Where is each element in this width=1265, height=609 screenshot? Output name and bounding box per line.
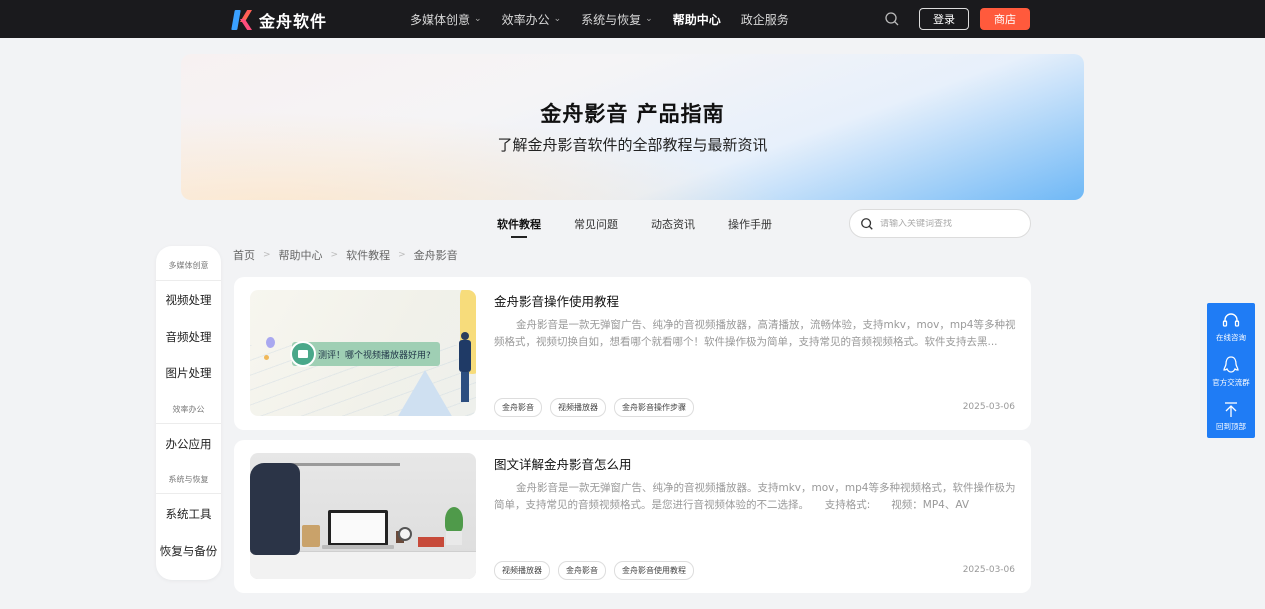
sidebar-divider bbox=[156, 280, 221, 281]
login-button[interactable]: 登录 bbox=[919, 8, 969, 30]
breadcrumb-home[interactable]: 首页 bbox=[233, 247, 255, 263]
article-description: 金舟影音是一款无弹窗广告、纯净的音视频播放器。支持mkv，mov，mp4等多种视… bbox=[494, 482, 1016, 511]
sidebar-item-recovery-backup[interactable]: 恢复与备份 bbox=[156, 543, 221, 559]
chevron-down-icon: ⌄ bbox=[553, 14, 562, 24]
nav-item-label: 政企服务 bbox=[740, 12, 789, 27]
sidebar-item-office-apps[interactable]: 办公应用 bbox=[156, 436, 221, 452]
article-tag[interactable]: 金舟影音操作步骤 bbox=[614, 398, 694, 417]
float-item-label: 回到顶部 bbox=[1216, 422, 1246, 431]
online-consult-button[interactable]: 在线咨询 bbox=[1207, 312, 1255, 343]
nav-item-help-center[interactable]: 帮助中心 bbox=[673, 11, 721, 28]
search-icon[interactable] bbox=[884, 11, 900, 27]
article-thumbnail[interactable]: 测评！哪个视频播放器好用? bbox=[250, 290, 476, 416]
thumbnail-caption: 测评！哪个视频播放器好用? bbox=[318, 351, 431, 361]
article-card[interactable]: 图文详解金舟影音怎么用 金舟影音是一款无弹窗广告、纯净的音视频播放器。支持mkv… bbox=[234, 440, 1031, 593]
hero-banner: 金舟影音 产品指南 了解金舟影音软件的全部教程与最新资讯 bbox=[181, 54, 1084, 200]
sidebar-group-system: 系统与恢复 bbox=[168, 475, 209, 484]
nav-item-system-recovery[interactable]: 系统与恢复 ⌄ bbox=[581, 11, 653, 28]
banner-subtitle: 了解金舟影音软件的全部教程与最新资讯 bbox=[497, 136, 768, 154]
official-group-button[interactable]: 官方交流群 bbox=[1207, 355, 1255, 388]
nav-item-enterprise[interactable]: 政企服务 bbox=[741, 11, 789, 28]
article-tag[interactable]: 视频播放器 bbox=[550, 398, 606, 417]
tab-manual[interactable]: 操作手册 bbox=[728, 216, 772, 232]
sidebar-item-system-tools[interactable]: 系统工具 bbox=[156, 506, 221, 522]
search-box bbox=[849, 209, 1031, 238]
breadcrumb-current: 金舟影音 bbox=[413, 249, 458, 262]
sidebar-divider bbox=[156, 423, 221, 424]
sidebar-item-video[interactable]: 视频处理 bbox=[156, 292, 221, 308]
breadcrumb-tutorials[interactable]: 软件教程 bbox=[346, 247, 390, 263]
nav-item-office[interactable]: 效率办公 ⌄ bbox=[502, 11, 562, 28]
article-tag[interactable]: 金舟影音 bbox=[494, 398, 542, 417]
chevron-right-icon: > bbox=[263, 250, 271, 260]
category-sidebar: 多媒体创意 视频处理 音频处理 图片处理 效率办公 办公应用 系统与恢复 系统工… bbox=[156, 246, 221, 580]
main-nav: 多媒体创意 ⌄ 效率办公 ⌄ 系统与恢复 ⌄ 帮助中心 政企服务 bbox=[410, 0, 789, 38]
tab-software-tutorial[interactable]: 软件教程 bbox=[497, 216, 541, 232]
chevron-down-icon: ⌄ bbox=[645, 14, 653, 24]
chevron-down-icon: ⌄ bbox=[474, 14, 482, 24]
nav-item-label: 系统与恢复 bbox=[581, 12, 642, 27]
search-icon[interactable] bbox=[860, 217, 874, 231]
float-item-label: 官方交流群 bbox=[1212, 378, 1250, 387]
article-card[interactable]: 测评！哪个视频播放器好用? 金舟影音操作使用教程 金舟影音是一款无弹窗广告、纯净… bbox=[234, 277, 1031, 430]
article-title[interactable]: 金舟影音操作使用教程 bbox=[494, 291, 619, 310]
banner-title: 金舟影音 产品指南 bbox=[540, 102, 725, 126]
chevron-right-icon: > bbox=[330, 250, 339, 260]
floating-service-bar: 在线咨询 官方交流群 回到顶部 bbox=[1207, 303, 1255, 438]
article-tag[interactable]: 金舟影音 bbox=[558, 561, 606, 580]
article-title[interactable]: 图文详解金舟影音怎么用 bbox=[494, 454, 632, 473]
back-to-top-button[interactable]: 回到顶部 bbox=[1207, 401, 1255, 432]
sidebar-group-office: 效率办公 bbox=[172, 405, 205, 414]
breadcrumb: 首页 > 帮助中心 > 软件教程 > 金舟影音 bbox=[233, 247, 458, 263]
article-tags: 视频播放器 金舟影音 金舟影音使用教程 bbox=[494, 561, 694, 580]
content-tabs: 软件教程 常见问题 动态资讯 操作手册 bbox=[497, 216, 772, 232]
article-date: 2025-03-06 bbox=[962, 565, 1015, 575]
nav-item-label: 多媒体创意 bbox=[410, 12, 471, 27]
logo-mark-icon bbox=[231, 10, 253, 30]
headset-icon bbox=[1222, 313, 1240, 327]
article-tag[interactable]: 视频播放器 bbox=[494, 561, 550, 580]
top-navigation-bar: 金舟软件 多媒体创意 ⌄ 效率办公 ⌄ 系统与恢复 ⌄ 帮助中心 政企服务 登录… bbox=[0, 0, 1265, 38]
article-description: 金舟影音是一款无弹窗广告、纯净的音视频播放器，高清播放，流畅体验，支持mkv，m… bbox=[494, 319, 1016, 348]
nav-item-multimedia[interactable]: 多媒体创意 ⌄ bbox=[410, 11, 482, 28]
nav-item-label: 效率办公 bbox=[501, 12, 550, 27]
tab-news[interactable]: 动态资讯 bbox=[651, 216, 695, 232]
search-input[interactable] bbox=[880, 218, 1020, 229]
video-camera-icon bbox=[290, 341, 316, 367]
logo[interactable]: 金舟软件 bbox=[231, 8, 328, 32]
arrow-up-icon bbox=[1225, 402, 1237, 417]
sidebar-item-audio[interactable]: 音频处理 bbox=[156, 329, 221, 345]
logo-text: 金舟软件 bbox=[259, 12, 328, 31]
chevron-right-icon: > bbox=[398, 250, 406, 260]
store-button[interactable]: 商店 bbox=[980, 8, 1030, 30]
sidebar-item-image[interactable]: 图片处理 bbox=[156, 365, 221, 381]
article-thumbnail[interactable] bbox=[250, 453, 476, 579]
tab-faq[interactable]: 常见问题 bbox=[574, 216, 618, 232]
nav-item-label: 帮助中心 bbox=[672, 12, 721, 27]
article-tag[interactable]: 金舟影音使用教程 bbox=[614, 561, 694, 580]
sidebar-group-multimedia: 多媒体创意 bbox=[168, 261, 209, 270]
penguin-icon bbox=[1223, 356, 1239, 373]
article-date: 2025-03-06 bbox=[962, 402, 1015, 412]
float-item-label: 在线咨询 bbox=[1216, 333, 1246, 342]
sidebar-divider bbox=[156, 493, 221, 494]
article-tags: 金舟影音 视频播放器 金舟影音操作步骤 bbox=[494, 398, 694, 417]
breadcrumb-help-center[interactable]: 帮助中心 bbox=[279, 247, 323, 263]
